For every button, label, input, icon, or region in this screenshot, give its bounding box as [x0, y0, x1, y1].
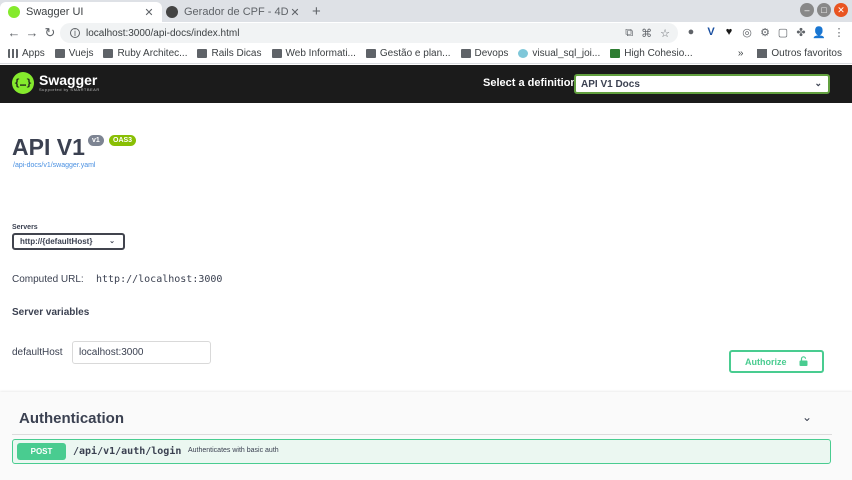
authorize-label: Authorize — [745, 356, 787, 367]
tab-title: Swagger UI — [26, 6, 84, 18]
extension-settings-icon[interactable]: ⚙ — [758, 26, 772, 39]
browser-toolbar: ← → ↻ i localhost:3000/api-docs/index.ht… — [0, 22, 852, 44]
tag-title[interactable]: Authentication — [19, 410, 124, 427]
swagger-topbar: {…} Swagger Supported by SMARTBEAR Selec… — [0, 65, 852, 103]
chevron-down-icon[interactable]: ⌄ — [802, 410, 812, 424]
browser-menu-icon[interactable]: ⋮ — [832, 26, 846, 39]
extension-puzzle-icon[interactable]: ✤ — [794, 26, 808, 39]
bookmark-folder[interactable]: Ruby Architec... — [103, 48, 187, 59]
bookmark-folder[interactable]: Web Informati... — [271, 48, 356, 59]
translate-icon[interactable]: ⌘ — [641, 27, 652, 40]
logo-name: Swagger — [39, 72, 98, 88]
bookmarks-overflow-icon[interactable]: » — [738, 48, 744, 59]
servers-select[interactable]: http://{defaultHost} ⌄ — [12, 233, 125, 250]
servers-label: Servers — [12, 224, 38, 231]
folder-icon — [757, 49, 768, 58]
chevron-down-icon: ⌄ — [109, 238, 115, 245]
operation-post-login[interactable]: POST /api/v1/auth/login Authenticates wi… — [12, 439, 831, 464]
minimize-icon[interactable]: – — [800, 3, 814, 17]
bookmark-link[interactable]: visual_sql_joi... — [518, 48, 600, 59]
open-external-icon[interactable]: ⧉ — [625, 27, 633, 40]
default-host-input[interactable] — [72, 341, 211, 364]
folder-icon — [103, 49, 114, 58]
bookmark-apps[interactable]: Apps — [8, 48, 45, 59]
servers-selected: http://{defaultHost} — [20, 237, 93, 246]
folder-icon — [197, 49, 208, 58]
site-info-icon[interactable]: i — [70, 28, 80, 38]
extension-dot-icon[interactable]: ● — [684, 26, 698, 38]
lock-open-icon — [799, 356, 808, 366]
bookmark-folder[interactable]: Devops — [460, 48, 508, 59]
back-icon[interactable]: ← — [6, 25, 22, 40]
extension-headset-icon[interactable]: ◎ — [740, 26, 754, 39]
server-variables-title: Server variables — [12, 307, 90, 318]
bookmark-folder[interactable]: Rails Dicas — [197, 48, 262, 59]
extension-square-icon[interactable]: ▢ — [776, 26, 790, 39]
profile-avatar-icon[interactable]: 👤 — [812, 26, 826, 39]
variable-name: defaultHost — [12, 347, 63, 358]
method-badge: POST — [17, 443, 66, 460]
tab-title: Gerador de CPF - 4Devs — [184, 6, 288, 18]
oas-badge: OAS3 — [109, 135, 137, 146]
apps-grid-icon — [8, 49, 18, 58]
maximize-icon[interactable]: □ — [817, 3, 831, 17]
operations-section — [0, 392, 852, 480]
address-bar[interactable]: i localhost:3000/api-docs/index.html ⧉ ⌘… — [60, 23, 678, 43]
browser-tab-4devs[interactable]: Gerador de CPF - 4Devs ✕ — [160, 2, 308, 22]
vue-devtools-icon[interactable]: V — [704, 26, 718, 38]
definition-select[interactable]: API V1 Docs ⌄ — [574, 74, 830, 94]
logo-subtitle: Supported by SMARTBEAR — [39, 87, 100, 92]
version-badge: v1 — [88, 135, 104, 146]
operation-path: /api/v1/auth/login — [73, 446, 182, 457]
bookmark-star-icon[interactable]: ☆ — [660, 27, 670, 40]
api-title: API V1 — [12, 134, 85, 160]
forward-icon[interactable]: → — [24, 25, 40, 40]
authorize-button[interactable]: Authorize — [729, 350, 824, 373]
folder-icon — [54, 49, 65, 58]
extension-heart-icon[interactable]: ♥ — [722, 26, 736, 38]
bookmark-folder[interactable]: Vuejs — [54, 48, 93, 59]
computed-url-value: http://localhost:3000 — [96, 274, 223, 285]
swagger-favicon-icon — [8, 6, 20, 18]
browser-tab-strip: Swagger UI ✕ Gerador de CPF - 4Devs ✕ + … — [0, 0, 852, 22]
other-bookmarks[interactable]: Outros favoritos — [771, 48, 842, 59]
close-tab-icon[interactable]: ✕ — [142, 6, 156, 19]
chevron-down-icon: ⌄ — [814, 78, 822, 88]
4devs-favicon-icon — [166, 6, 178, 18]
reload-icon[interactable]: ↻ — [42, 25, 58, 41]
bookmark-link[interactable]: High Cohesio... — [610, 48, 693, 59]
computed-url-label: Computed URL: — [12, 274, 84, 285]
page-icon — [610, 49, 621, 58]
bookmarks-bar: Apps Vuejs Ruby Architec... Rails Dicas … — [0, 44, 852, 64]
operation-summary: Authenticates with basic auth — [188, 447, 279, 454]
globe-icon — [518, 49, 529, 58]
swagger-logo[interactable]: {…} Swagger Supported by SMARTBEAR — [12, 72, 100, 94]
browser-tab-swagger[interactable]: Swagger UI ✕ — [0, 2, 162, 22]
tag-divider — [12, 434, 832, 435]
folder-icon — [460, 49, 471, 58]
definition-label: Select a definition — [483, 77, 578, 89]
folder-icon — [271, 49, 282, 58]
swagger-logo-icon: {…} — [12, 72, 34, 94]
url-text: localhost:3000/api-docs/index.html — [86, 27, 240, 39]
close-tab-icon[interactable]: ✕ — [288, 6, 302, 19]
folder-icon — [365, 49, 376, 58]
new-tab-icon[interactable]: + — [312, 3, 321, 20]
close-window-icon[interactable]: ✕ — [834, 3, 848, 17]
spec-url-link[interactable]: /api-docs/v1/swagger.yaml — [13, 162, 95, 169]
bookmark-folder[interactable]: Gestão e plan... — [365, 48, 451, 59]
definition-value: API V1 Docs — [581, 78, 640, 90]
